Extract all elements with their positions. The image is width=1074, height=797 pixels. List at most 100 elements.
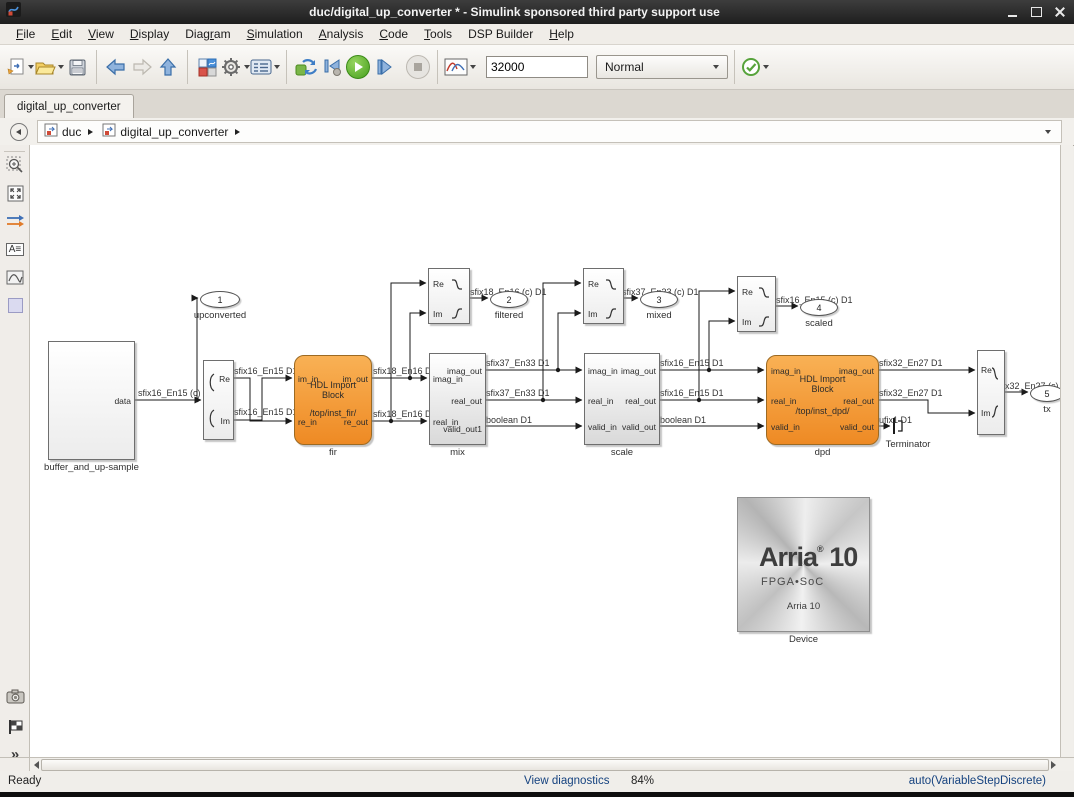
annotation-icon: A≡	[6, 243, 25, 256]
block-mix[interactable]: imag_out imag_in real_out real_in valid_…	[429, 353, 486, 445]
toolbar-separator	[96, 50, 97, 84]
new-model-button[interactable]	[6, 53, 34, 81]
dropdown-caret	[470, 65, 476, 69]
viewmarks-button[interactable]	[4, 716, 26, 738]
view-diagnostics-link[interactable]: View diagnostics	[524, 775, 609, 787]
block-real-imag-to-complex-tx[interactable]: Re Im	[977, 350, 1005, 435]
open-button[interactable]	[34, 53, 64, 81]
run-button[interactable]	[345, 53, 371, 81]
library-browser-button[interactable]	[194, 53, 220, 81]
simulink-window: duc/digital_up_converter * - Simulink sp…	[0, 0, 1074, 797]
signal-label: boolean D1	[660, 415, 706, 425]
statusbar: Ready View diagnostics 84% auto(Variable…	[0, 771, 1074, 792]
port-label: upconverted	[194, 310, 246, 321]
simulation-display-button[interactable]	[444, 53, 476, 81]
outport-tx[interactable]: 5 tx	[1030, 385, 1060, 402]
menu-item-code[interactable]: Code	[371, 25, 416, 43]
forward-button[interactable]	[129, 53, 155, 81]
block-real-imag-to-complex-filtered[interactable]: Re Im	[428, 268, 470, 324]
horizontal-scroll-thumb[interactable]	[41, 759, 1049, 771]
tab-digital-up-converter[interactable]: digital_up_converter	[4, 94, 134, 118]
step-forward-icon	[374, 57, 394, 77]
vertical-scrollbar[interactable]	[1060, 145, 1073, 757]
menu-item-dsp-builder[interactable]: DSP Builder	[460, 25, 541, 43]
block-fir[interactable]: im_in im_out HDL Import Block /top/inst_…	[294, 355, 372, 445]
tool-palette: A≡ »	[0, 145, 30, 757]
toolbar-separator	[187, 50, 188, 84]
breadcrumb-item-digital-up-converter[interactable]: digital_up_converter	[120, 125, 228, 139]
menu-item-view[interactable]: View	[80, 25, 122, 43]
tab-label: digital_up_converter	[17, 101, 121, 113]
up-button[interactable]	[155, 53, 181, 81]
menu-item-help[interactable]: Help	[541, 25, 582, 43]
zoom-icon	[6, 156, 24, 174]
back-button[interactable]	[103, 53, 129, 81]
signal-routing-button[interactable]	[4, 210, 26, 232]
update-diagram-button[interactable]	[293, 53, 319, 81]
signal-label: sfix37_En33 D1	[486, 358, 550, 368]
breadcrumb-dropdown-caret[interactable]	[1045, 130, 1051, 134]
route-icon	[6, 214, 25, 228]
screenshot-button[interactable]	[4, 685, 26, 707]
block-real-imag-to-complex-scaled[interactable]: Re Im	[737, 276, 776, 332]
scroll-right-arrow[interactable]	[1051, 761, 1056, 769]
image-icon	[6, 270, 24, 285]
menu-item-diagram[interactable]: Diagram	[177, 25, 238, 43]
crumb-arrow	[235, 129, 240, 135]
maximize-button[interactable]	[1026, 4, 1046, 20]
step-forward-button[interactable]	[371, 53, 397, 81]
menu-item-analysis[interactable]: Analysis	[311, 25, 372, 43]
menu-item-file[interactable]: File	[8, 25, 43, 43]
block-scale[interactable]: imag_in imag_out real_in real_out valid_…	[584, 353, 660, 445]
block-buffer-and-up-sample[interactable]: data buffer_and_up-sample	[48, 341, 135, 460]
menu-item-display[interactable]: Display	[122, 25, 177, 43]
breadcrumb-back-icon	[16, 129, 21, 135]
breadcrumb-item-duc[interactable]: duc	[62, 125, 81, 139]
block-real-imag-to-complex-mixed[interactable]: Re Im	[583, 268, 624, 324]
simulation-mode-select[interactable]: Normal	[596, 55, 728, 79]
step-back-button[interactable]	[319, 53, 345, 81]
model-advisor-check-button[interactable]	[741, 53, 769, 81]
camera-icon	[6, 689, 25, 704]
outport-upconverted[interactable]: 1 upconverted	[200, 291, 240, 308]
horizontal-scrollbar[interactable]	[30, 757, 1060, 771]
minimize-button[interactable]	[1002, 4, 1022, 20]
app-icon	[6, 2, 21, 22]
zoom-tool-button[interactable]	[4, 154, 26, 176]
block-name: Device	[789, 634, 818, 645]
fit-to-view-button[interactable]	[4, 182, 26, 204]
outport-filtered[interactable]: 2 filtered	[490, 291, 528, 308]
device-tagline: FPGA•SoC	[761, 576, 824, 588]
breadcrumb-back-button[interactable]	[10, 123, 28, 141]
flag-icon	[7, 719, 24, 735]
dropdown-caret	[713, 65, 719, 69]
outport-mixed[interactable]: 3 mixed	[640, 291, 678, 308]
image-annotation-button[interactable]	[4, 266, 26, 288]
close-button[interactable]	[1050, 4, 1070, 20]
stop-time-input[interactable]	[486, 56, 588, 78]
simulation-mode-value: Normal	[605, 60, 644, 74]
fit-view-icon	[7, 185, 24, 202]
block-complex-to-real-imag[interactable]: Re Im	[203, 360, 234, 440]
settings-button[interactable]	[220, 53, 250, 81]
signal-wires[interactable]	[30, 145, 1060, 757]
stop-button[interactable]	[405, 53, 431, 81]
block-device-arria10[interactable]: Arria® 10 FPGA•SoC Arria 10 Device	[737, 497, 870, 632]
annotation-button[interactable]: A≡	[4, 238, 26, 260]
toolbar-separator	[286, 50, 287, 84]
model-config-button[interactable]	[250, 53, 280, 81]
menu-item-tools[interactable]: Tools	[416, 25, 460, 43]
menu-item-simulation[interactable]: Simulation	[239, 25, 311, 43]
outport-scaled[interactable]: 4 scaled	[800, 299, 838, 316]
scroll-left-arrow[interactable]	[34, 761, 39, 769]
model-canvas[interactable]: sfix16_En15 (c) D1 sfix16_En15 D1 sfix16…	[30, 145, 1060, 757]
signal-label: sfix37_En33 D1	[486, 388, 550, 398]
terminator-name: Terminator	[868, 439, 948, 450]
area-button[interactable]	[4, 294, 26, 316]
breadcrumb-field[interactable]: duc digital_up_converter	[37, 120, 1062, 143]
solver-link[interactable]: auto(VariableStepDiscrete)	[909, 775, 1046, 787]
block-dpd[interactable]: imag_in imag_out HDL Import Block real_i…	[766, 355, 879, 445]
save-button[interactable]	[64, 53, 90, 81]
menu-item-edit[interactable]: Edit	[43, 25, 80, 43]
port-label: scaled	[805, 318, 832, 329]
